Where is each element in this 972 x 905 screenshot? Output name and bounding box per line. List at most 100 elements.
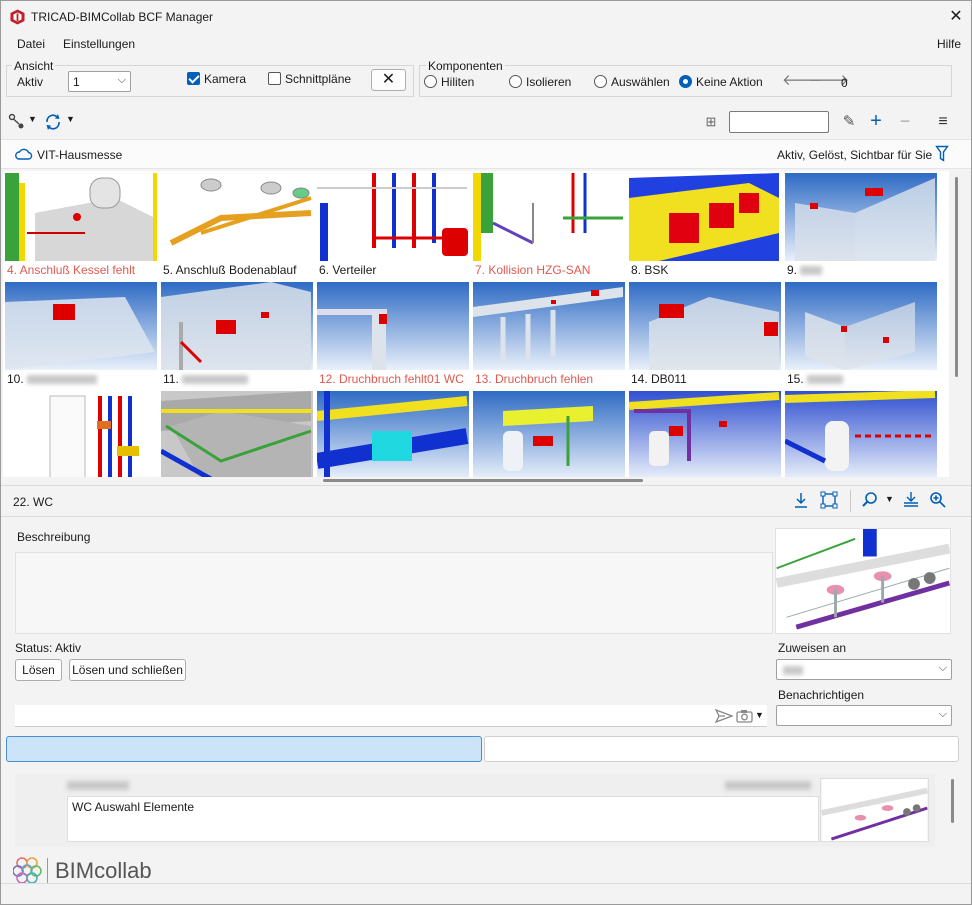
- add-icon[interactable]: +: [865, 111, 887, 131]
- radio-isolate-label: Isolieren: [526, 75, 572, 89]
- filter-icon[interactable]: [935, 145, 949, 163]
- send-icon[interactable]: [715, 709, 733, 723]
- component-counter: 0: [841, 76, 848, 90]
- issue-thumbnail[interactable]: [629, 173, 781, 261]
- sections-checkbox[interactable]: [268, 72, 281, 85]
- remove-icon[interactable]: −: [894, 111, 916, 131]
- issue-caption[interactable]: 10.: [7, 372, 159, 388]
- chevron-down-icon: ⌵: [938, 708, 947, 720]
- issue-caption[interactable]: 11.: [163, 372, 315, 388]
- issue-thumbnail[interactable]: [473, 282, 625, 370]
- issue-thumbnail[interactable]: [785, 173, 937, 261]
- issue-caption-number: 10.: [7, 372, 24, 386]
- menu-settings[interactable]: Einstellungen: [63, 37, 135, 51]
- issue-caption-number: 11.: [163, 372, 179, 386]
- history-tab[interactable]: [484, 736, 959, 762]
- download-icon[interactable]: [793, 491, 809, 509]
- camera-checkbox[interactable]: [187, 72, 200, 85]
- redacted-text: [783, 666, 803, 675]
- status-label: Status: Aktiv: [15, 641, 82, 655]
- issue-thumbnail[interactable]: [161, 391, 313, 477]
- grid-view-icon[interactable]: ⊞: [701, 112, 721, 132]
- gallery-scrollbar[interactable]: [951, 173, 969, 477]
- radio-select-label: Auswählen: [611, 75, 670, 89]
- issue-thumbnail[interactable]: [629, 391, 781, 477]
- assign-select[interactable]: ⌵: [776, 659, 952, 680]
- sync-icon[interactable]: [44, 113, 62, 131]
- issue-caption-number: 15.: [787, 372, 804, 386]
- hamburger-menu-icon[interactable]: ≡: [932, 112, 954, 132]
- issue-thumbnail[interactable]: [473, 391, 625, 477]
- active-view-select[interactable]: 1 ⌵: [68, 71, 131, 92]
- description-label: Beschreibung: [17, 530, 91, 544]
- toolbar-divider: [850, 490, 851, 512]
- edit-pencil-icon[interactable]: ✎: [839, 112, 859, 132]
- description-textbox[interactable]: [15, 552, 773, 634]
- radio-no-action-label: Keine Aktion: [696, 75, 763, 89]
- issue-preview-image[interactable]: [775, 528, 951, 634]
- issue-thumbnail[interactable]: [317, 173, 469, 261]
- scroll-thumb[interactable]: [955, 177, 958, 377]
- issue-caption[interactable]: 4. Anschluß Kessel fehlt: [7, 263, 159, 279]
- issue-thumbnail[interactable]: [161, 173, 313, 261]
- brand-name: BIMcollab: [55, 858, 152, 883]
- caret-down-icon[interactable]: ▼: [885, 494, 894, 504]
- connect-nodes-icon[interactable]: [8, 113, 26, 131]
- radio-highlight-label: Hiliten: [441, 75, 475, 89]
- issue-caption[interactable]: 13. Druchbruch fehlen: [475, 372, 627, 388]
- clear-view-button[interactable]: ✕: [371, 69, 406, 91]
- notify-select[interactable]: ⌵: [776, 705, 952, 726]
- resolve-and-close-button[interactable]: Lösen und schließen: [69, 659, 186, 681]
- radio-no-action[interactable]: [679, 75, 692, 88]
- menu-help[interactable]: Hilfe: [937, 37, 961, 51]
- sections-label: Schnittpläne: [285, 72, 352, 86]
- comments-scroll-thumb[interactable]: [951, 779, 954, 823]
- comment-input[interactable]: [15, 705, 767, 727]
- comments-tab[interactable]: [6, 736, 482, 762]
- gallery-horizontal-scroll-thumb[interactable]: [323, 479, 643, 482]
- issue-thumbnail[interactable]: [317, 282, 469, 370]
- issue-thumbnail[interactable]: [161, 282, 313, 370]
- issue-thumbnail[interactable]: [785, 282, 937, 370]
- arrow-left-icon[interactable]: 🡐: [782, 71, 822, 91]
- caret-down-icon[interactable]: ▼: [66, 114, 75, 124]
- issue-caption[interactable]: 14. DB011: [631, 372, 783, 388]
- redacted-text: [800, 266, 823, 276]
- caret-down-icon[interactable]: ▼: [28, 114, 37, 124]
- issue-thumbnail[interactable]: [785, 391, 937, 477]
- level-measure-icon[interactable]: [902, 491, 920, 509]
- radio-select[interactable]: [594, 75, 607, 88]
- issue-title: 22. WC: [13, 495, 54, 509]
- issue-caption[interactable]: 7. Kollision HZG-SAN: [475, 263, 627, 279]
- arrow-right-icon[interactable]: 🡒: [809, 71, 849, 91]
- issue-thumbnail[interactable]: [473, 173, 625, 261]
- issue-thumbnail[interactable]: [5, 173, 157, 261]
- issue-caption[interactable]: 9.: [787, 263, 939, 279]
- frame-selection-icon[interactable]: [820, 491, 838, 509]
- resolve-button[interactable]: Lösen: [15, 659, 62, 681]
- comment-item[interactable]: WC Auswahl Elemente: [67, 796, 819, 842]
- issue-thumbnail[interactable]: [317, 391, 469, 477]
- issue-caption[interactable]: 6. Verteiler: [319, 263, 471, 279]
- radio-highlight[interactable]: [424, 75, 437, 88]
- issue-thumbnail[interactable]: [5, 282, 157, 370]
- issue-caption[interactable]: 15.: [787, 372, 939, 388]
- logo-divider: [47, 858, 48, 884]
- issue-thumbnail[interactable]: [5, 391, 157, 477]
- filter-summary: Aktiv, Gelöst, Sichtbar für Sie: [777, 148, 933, 162]
- issue-caption[interactable]: 8. BSK: [631, 263, 783, 279]
- close-window-button[interactable]: ✕: [945, 6, 967, 28]
- issue-caption[interactable]: 5. Anschluß Bodenablauf: [163, 263, 315, 279]
- chevron-down-icon: ⌵: [938, 662, 947, 674]
- caret-down-icon[interactable]: ▼: [755, 710, 764, 720]
- issue-caption[interactable]: 12. Druchbruch fehlt01 WC: [319, 372, 471, 388]
- zoom-in-icon[interactable]: [929, 491, 947, 509]
- issue-thumbnail[interactable]: [629, 282, 781, 370]
- menu-file[interactable]: Datei: [17, 37, 45, 51]
- assign-label: Zuweisen an: [778, 641, 847, 655]
- radio-isolate[interactable]: [509, 75, 522, 88]
- search-input[interactable]: [729, 111, 829, 133]
- comment-snapshot-image[interactable]: [820, 778, 929, 842]
- camera-icon[interactable]: [736, 709, 753, 723]
- search-icon[interactable]: [861, 491, 879, 509]
